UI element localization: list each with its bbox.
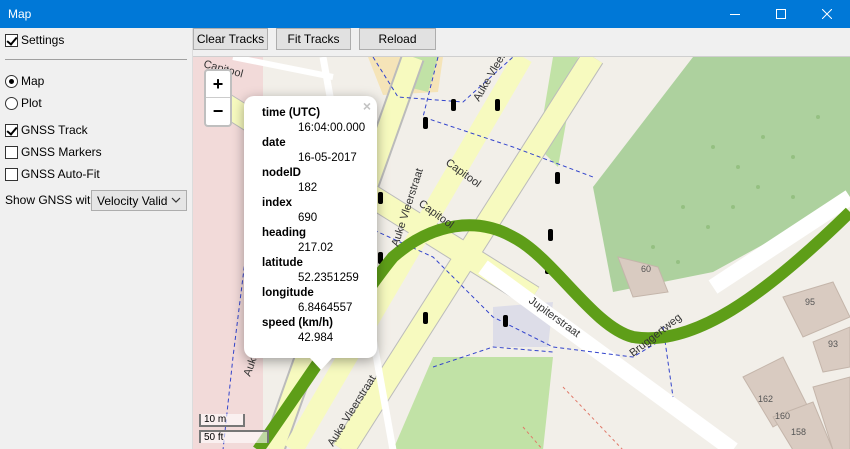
popup-tip bbox=[310, 358, 332, 370]
popup-field: longitude 6.8464557 bbox=[262, 286, 377, 316]
field-value: 52.2351259 bbox=[298, 272, 359, 284]
map-radio-label: Map bbox=[21, 74, 45, 88]
svg-text:93: 93 bbox=[828, 339, 838, 349]
field-label: heading bbox=[262, 227, 307, 239]
field-value: 16-05-2017 bbox=[298, 152, 357, 164]
popup-field: date 16-05-2017 bbox=[262, 136, 377, 166]
svg-text:60: 60 bbox=[641, 264, 651, 274]
title-bar: Map bbox=[0, 0, 850, 28]
close-button[interactable] bbox=[804, 0, 850, 28]
checkbox-box[interactable] bbox=[5, 167, 18, 181]
reload-button[interactable]: Reload bbox=[359, 28, 436, 50]
maximize-icon bbox=[776, 9, 786, 19]
zoom-out-button[interactable]: − bbox=[206, 98, 230, 125]
gnss-autofit-label: GNSS Auto-Fit bbox=[21, 167, 100, 181]
show-gnss-with-dropdown[interactable]: Velocity Valid bbox=[91, 190, 187, 211]
radio-dot[interactable] bbox=[5, 96, 18, 110]
field-value: 42.984 bbox=[298, 332, 334, 344]
chevron-down-icon bbox=[171, 197, 181, 203]
popup-field: index 690 bbox=[262, 196, 377, 226]
gnss-point-popup: × time (UTC) 16:04:00.000 date 16-05-201… bbox=[244, 96, 377, 370]
gnss-autofit-checkbox[interactable]: GNSS Auto-Fit bbox=[5, 166, 100, 182]
maximize-button[interactable] bbox=[758, 0, 804, 28]
gnss-track-label: GNSS Track bbox=[21, 123, 88, 137]
field-label: time (UTC) bbox=[262, 107, 321, 119]
sidebar-divider bbox=[5, 59, 187, 60]
popup-field: latitude 52.2351259 bbox=[262, 256, 377, 286]
show-gnss-with-label: Show GNSS with bbox=[5, 193, 98, 207]
plot-radio[interactable]: Plot bbox=[5, 95, 42, 111]
popup-field: speed (km/h) 42.984 bbox=[262, 316, 377, 346]
window-title: Map bbox=[8, 7, 32, 21]
field-value: 217.02 bbox=[298, 242, 334, 254]
settings-checkbox[interactable]: Settings bbox=[5, 32, 64, 48]
radio-dot[interactable] bbox=[5, 74, 18, 88]
field-label: speed (km/h) bbox=[262, 317, 333, 329]
clear-tracks-button[interactable]: Clear Tracks bbox=[193, 28, 268, 50]
field-label: index bbox=[262, 197, 293, 209]
field-label: nodeID bbox=[262, 167, 301, 179]
gnss-markers-label: GNSS Markers bbox=[21, 145, 102, 159]
checkbox-box[interactable] bbox=[5, 33, 18, 47]
gnss-track-checkbox[interactable]: GNSS Track bbox=[5, 122, 88, 138]
minimize-icon bbox=[730, 14, 740, 15]
field-label: latitude bbox=[262, 257, 303, 269]
zoom-control: + − bbox=[204, 69, 232, 127]
scale-metric: 10 m bbox=[199, 414, 245, 427]
gnss-markers-checkbox[interactable]: GNSS Markers bbox=[5, 144, 102, 160]
svg-text:158: 158 bbox=[791, 427, 806, 437]
popup-field: nodeID 182 bbox=[262, 166, 377, 196]
field-value: 6.8464557 bbox=[298, 302, 353, 314]
settings-sidebar: Settings Map Plot GNSS Track GNSS Marker… bbox=[0, 28, 193, 449]
checkbox-box[interactable] bbox=[5, 145, 18, 159]
toolbar: Clear Tracks Fit Tracks Reload bbox=[193, 28, 850, 56]
popup-close-button[interactable]: × bbox=[363, 98, 371, 114]
svg-text:160: 160 bbox=[775, 411, 790, 421]
svg-text:162: 162 bbox=[758, 394, 773, 404]
settings-label: Settings bbox=[21, 33, 65, 47]
fit-tracks-button[interactable]: Fit Tracks bbox=[276, 28, 351, 50]
close-icon bbox=[822, 9, 832, 19]
popup-field: heading 217.02 bbox=[262, 226, 377, 256]
minimize-button[interactable] bbox=[712, 0, 758, 28]
field-value: 16:04:00.000 bbox=[298, 122, 366, 134]
scale-imperial: 50 ft bbox=[199, 430, 269, 443]
plot-radio-label: Plot bbox=[21, 96, 42, 110]
popup-field: time (UTC) 16:04:00.000 bbox=[262, 106, 377, 136]
zoom-in-button[interactable]: + bbox=[206, 71, 230, 98]
field-label: longitude bbox=[262, 287, 314, 299]
map-view[interactable]: Auke Vleerstraat Capitool Capitool Jupit… bbox=[193, 56, 850, 449]
field-value: 182 bbox=[298, 182, 318, 194]
field-value: 690 bbox=[298, 212, 318, 224]
svg-text:95: 95 bbox=[805, 297, 815, 307]
map-radio[interactable]: Map bbox=[5, 73, 44, 89]
field-label: date bbox=[262, 137, 286, 149]
checkbox-box[interactable] bbox=[5, 123, 18, 137]
dropdown-value: Velocity Valid bbox=[97, 193, 168, 208]
